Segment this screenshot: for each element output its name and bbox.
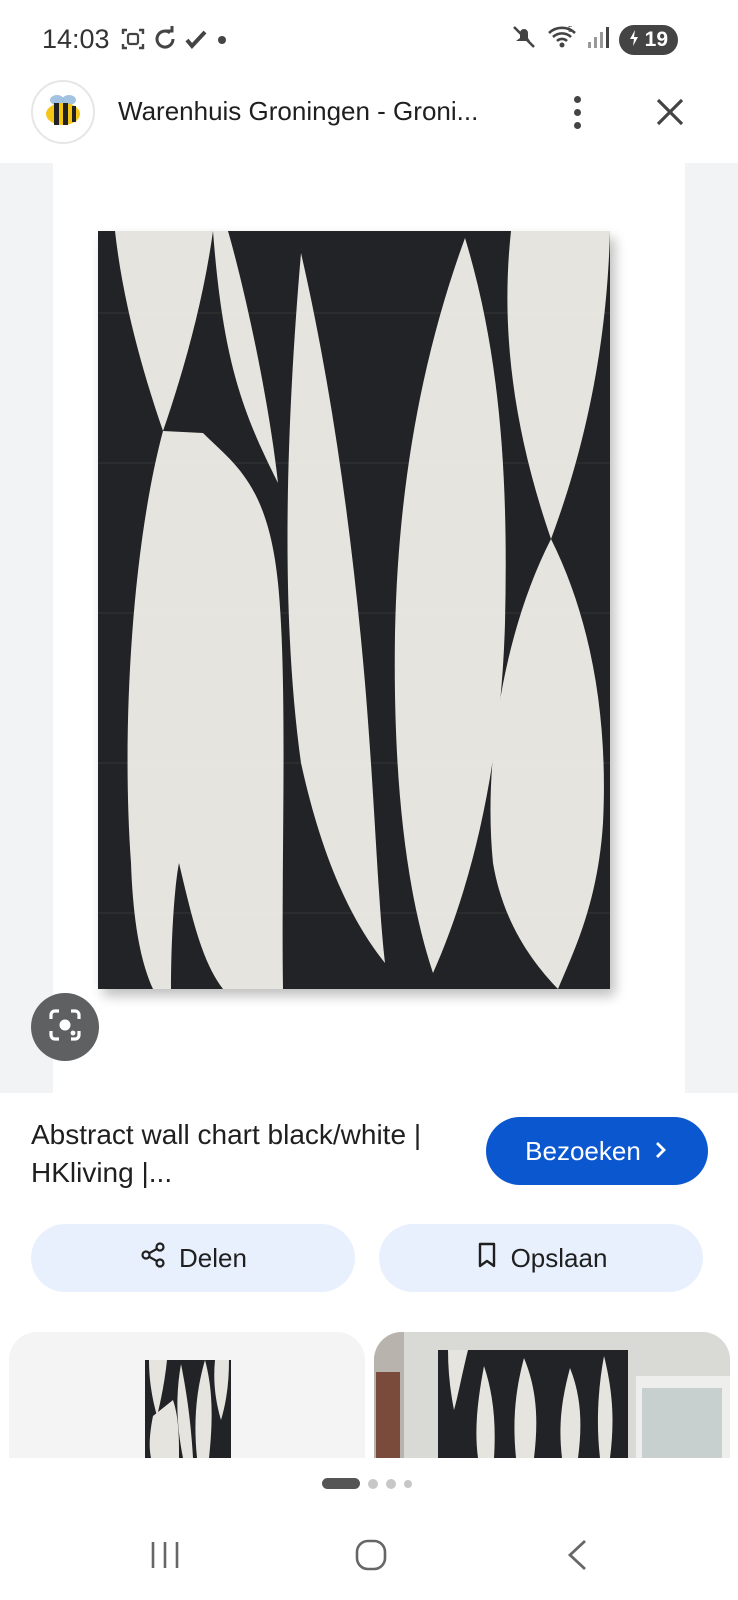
back-icon	[565, 1539, 589, 1576]
battery-level: 19	[644, 27, 668, 51]
recent-apps-icon	[150, 1542, 180, 1574]
chevron-right-icon	[653, 1136, 669, 1167]
sync-icon	[152, 26, 178, 59]
lens-icon	[45, 1005, 85, 1050]
nav-back-button[interactable]	[565, 1538, 589, 1588]
more-options-button[interactable]	[560, 90, 594, 134]
wifi-icon: 5	[547, 24, 577, 55]
check-icon	[184, 27, 208, 58]
signal-icon	[587, 25, 609, 54]
result-title[interactable]: Abstract wall chart black/white | HKlivi…	[31, 1116, 451, 1192]
home-icon	[354, 1539, 388, 1576]
share-button[interactable]: Delen	[31, 1224, 355, 1292]
dot-icon	[214, 27, 230, 58]
screenshot-icon	[120, 26, 146, 59]
carousel-dot-active	[322, 1478, 360, 1489]
visit-button[interactable]: Bezoeken	[486, 1117, 708, 1185]
artwork-image	[98, 231, 615, 996]
bottom-panel	[0, 1458, 738, 1600]
page-title[interactable]: Warenhuis Groningen - Groni...	[118, 96, 478, 127]
battery-icon	[629, 28, 645, 51]
carousel-dot	[368, 1478, 378, 1489]
carousel-dot	[386, 1478, 396, 1489]
visit-button-label: Bezoeken	[525, 1135, 641, 1166]
status-bar: 14:03 5 19	[0, 0, 738, 80]
nav-recent-apps-button[interactable]	[150, 1538, 180, 1588]
share-label: Delen	[179, 1242, 247, 1273]
status-left-icons	[120, 26, 230, 59]
status-time: 14:03	[42, 24, 110, 54]
site-logo[interactable]	[31, 80, 95, 144]
save-button[interactable]: Opslaan	[379, 1224, 703, 1292]
bookmark-icon	[475, 1241, 499, 1276]
carousel-indicator	[322, 1478, 412, 1489]
bee-logo-icon	[41, 88, 85, 137]
close-button[interactable]	[650, 92, 690, 132]
nav-home-button[interactable]	[354, 1538, 388, 1588]
share-icon	[139, 1241, 167, 1276]
mute-icon	[511, 24, 537, 55]
related-thumbnail	[374, 1332, 730, 1458]
save-label: Opslaan	[510, 1242, 608, 1273]
carousel-dot	[404, 1479, 412, 1488]
google-lens-button[interactable]	[31, 993, 99, 1061]
image-frame	[53, 163, 685, 1093]
close-icon	[650, 98, 690, 136]
more-vert-icon	[573, 95, 581, 129]
image-viewer[interactable]	[0, 163, 738, 1093]
battery-indicator: 19	[618, 24, 678, 55]
svg-text:5: 5	[568, 25, 573, 34]
related-image-card[interactable]	[9, 1332, 365, 1458]
related-thumbnail	[145, 1360, 231, 1458]
status-right-icons: 5 19	[511, 24, 678, 55]
related-image-card[interactable]	[374, 1332, 730, 1458]
source-header: Warenhuis Groningen - Groni...	[0, 80, 738, 162]
